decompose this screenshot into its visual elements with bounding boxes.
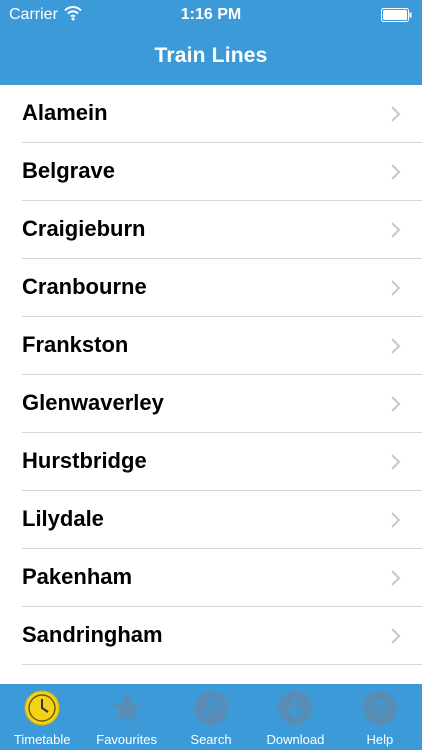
tab-timetable[interactable]: Timetable — [0, 684, 84, 750]
chevron-right-icon — [391, 512, 401, 528]
tab-label: Timetable — [13, 732, 71, 747]
train-line-row[interactable]: Hurstbridge — [0, 433, 422, 491]
train-line-row[interactable]: Cranbourne — [0, 259, 422, 317]
train-line-row[interactable]: Belgrave — [0, 143, 422, 201]
chevron-right-icon — [391, 164, 401, 180]
chevron-right-icon — [391, 280, 401, 296]
chevron-right-icon — [391, 222, 401, 238]
train-line-row[interactable]: Pakenham — [0, 549, 422, 607]
train-line-row[interactable]: Sandringham — [0, 607, 422, 665]
navigation-bar: Carrier 1:16 PM Train Lines — [0, 0, 422, 85]
clock-time: 1:16 PM — [180, 6, 242, 23]
train-line-name: Pakenham — [22, 564, 133, 589]
chevron-right-icon — [391, 106, 401, 122]
tab-download[interactable]: Download — [253, 684, 337, 750]
train-line-row[interactable]: Lilydale — [0, 491, 422, 549]
train-line-list: Alamein Belgrave Craigieburn Cranbourne Fran… — [0, 85, 422, 684]
tab-label: Help — [366, 732, 394, 747]
search-icon — [194, 691, 229, 725]
star-icon — [110, 692, 143, 723]
svg-text:?: ? — [373, 695, 387, 721]
download-icon — [278, 691, 313, 725]
train-line-name: Sandringham — [22, 622, 163, 647]
tab-favourites[interactable]: Favourites — [84, 684, 168, 750]
train-line-row[interactable]: Frankston — [0, 317, 422, 375]
train-line-name: Craigieburn — [22, 216, 146, 241]
battery-icon — [381, 8, 412, 22]
status-bar: Carrier 1:16 PM — [0, 0, 422, 30]
tab-bar: Timetable Favourites Search Download? Help — [0, 684, 422, 750]
train-line-name: Belgrave — [22, 158, 115, 183]
tab-label: Favourites — [96, 732, 157, 747]
train-line-name: Cranbourne — [22, 274, 147, 299]
chevron-right-icon — [391, 338, 401, 354]
chevron-right-icon — [391, 570, 401, 586]
tab-label: Download — [266, 732, 325, 747]
chevron-right-icon — [391, 454, 401, 470]
tab-label: Search — [190, 732, 232, 747]
train-line-name: Lilydale — [22, 506, 104, 531]
tab-help[interactable]: ? Help — [338, 684, 422, 750]
clock-icon — [24, 690, 60, 726]
train-line-row[interactable]: Glenwaverley — [0, 375, 422, 433]
train-line-name: Glenwaverley — [22, 390, 164, 415]
train-line-row[interactable]: Alamein — [0, 85, 422, 143]
chevron-right-icon — [391, 396, 401, 412]
page-title: Train Lines — [154, 44, 268, 67]
train-line-name: Hurstbridge — [22, 448, 147, 473]
train-line-row[interactable]: Craigieburn — [0, 201, 422, 259]
help-icon: ? — [362, 691, 397, 725]
tab-search[interactable]: Search — [169, 684, 253, 750]
chevron-right-icon — [391, 628, 401, 644]
train-line-name: Alamein — [22, 100, 108, 125]
train-line-name: Frankston — [22, 332, 129, 357]
